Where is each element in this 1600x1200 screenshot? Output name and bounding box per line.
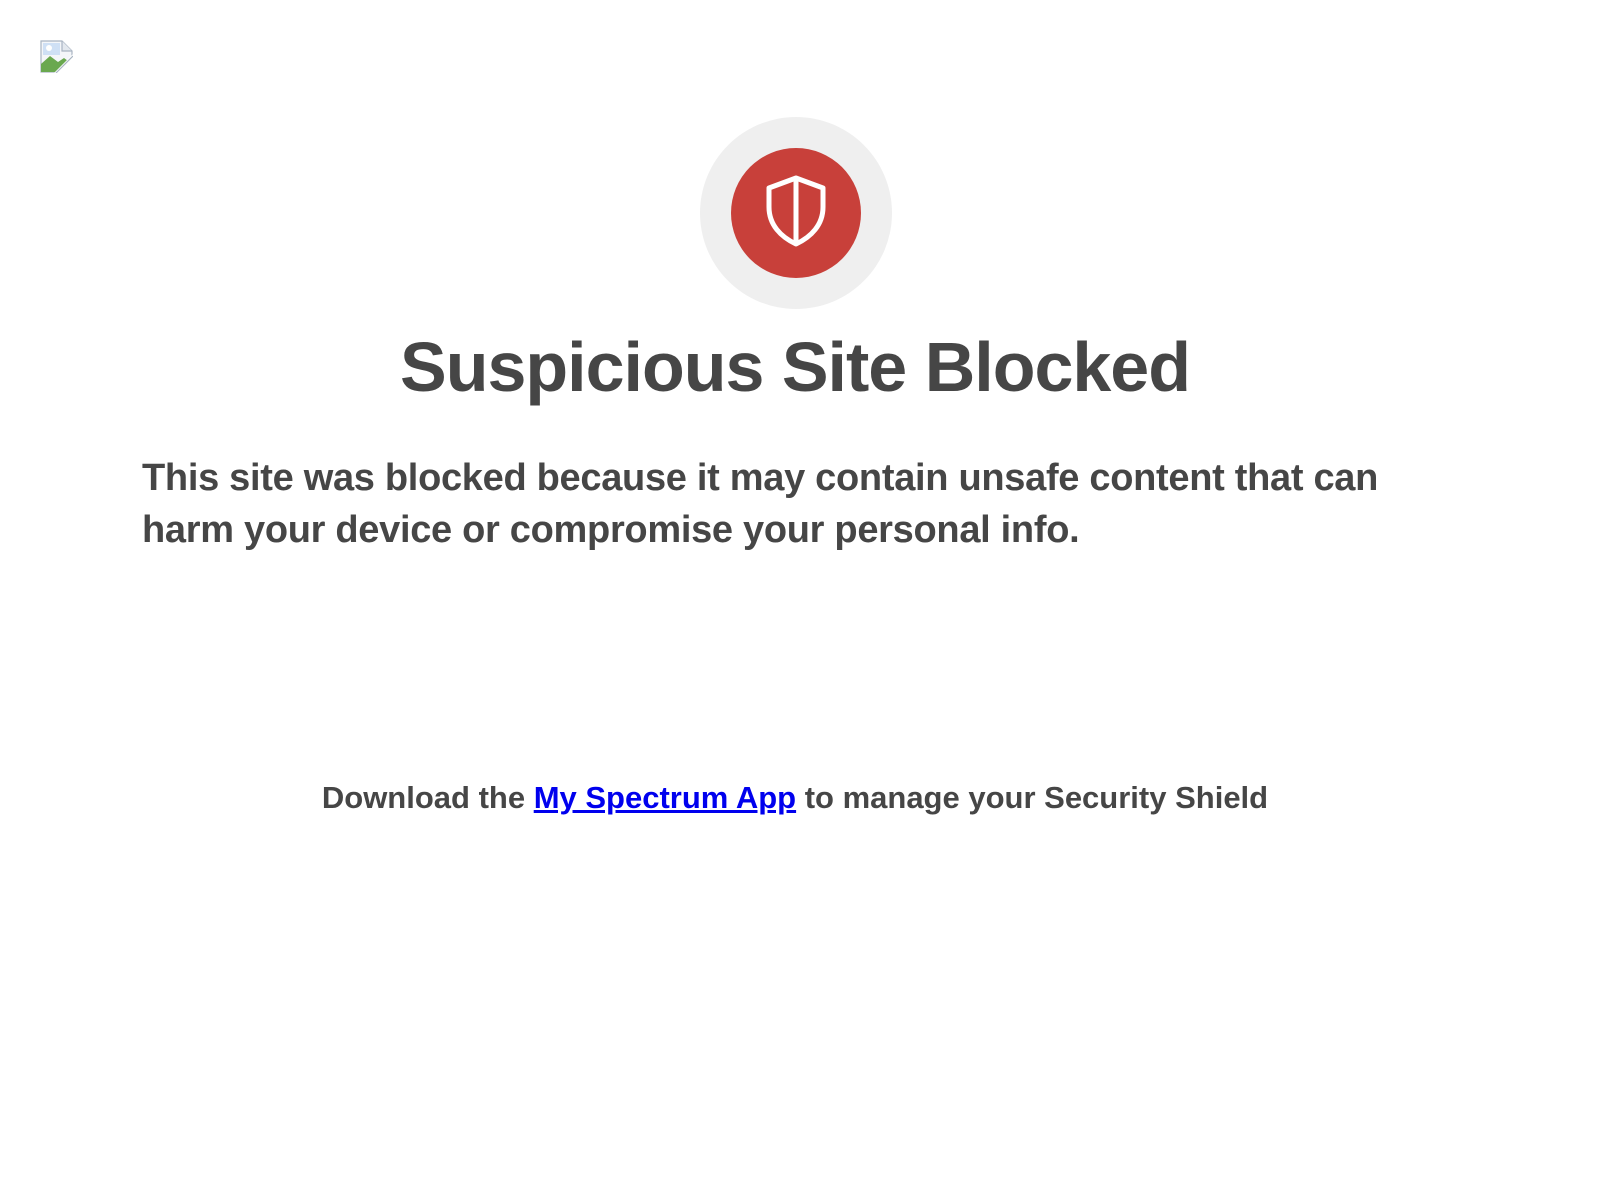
my-spectrum-app-link[interactable]: My Spectrum App <box>534 780 796 815</box>
broken-image-icon <box>40 40 74 74</box>
shield-icon <box>765 175 827 252</box>
download-suffix: to manage your Security Shield <box>796 780 1269 815</box>
shield-badge <box>700 117 892 309</box>
download-message: Download the My Spectrum App to manage y… <box>0 778 1590 818</box>
download-prefix: Download the <box>321 780 534 815</box>
blocked-page: Suspicious Site Blocked This site was bl… <box>0 0 1600 1200</box>
shield-badge-inner <box>731 148 861 278</box>
block-description: This site was blocked because it may con… <box>142 457 1379 551</box>
page-title: Suspicious Site Blocked <box>400 328 1191 406</box>
